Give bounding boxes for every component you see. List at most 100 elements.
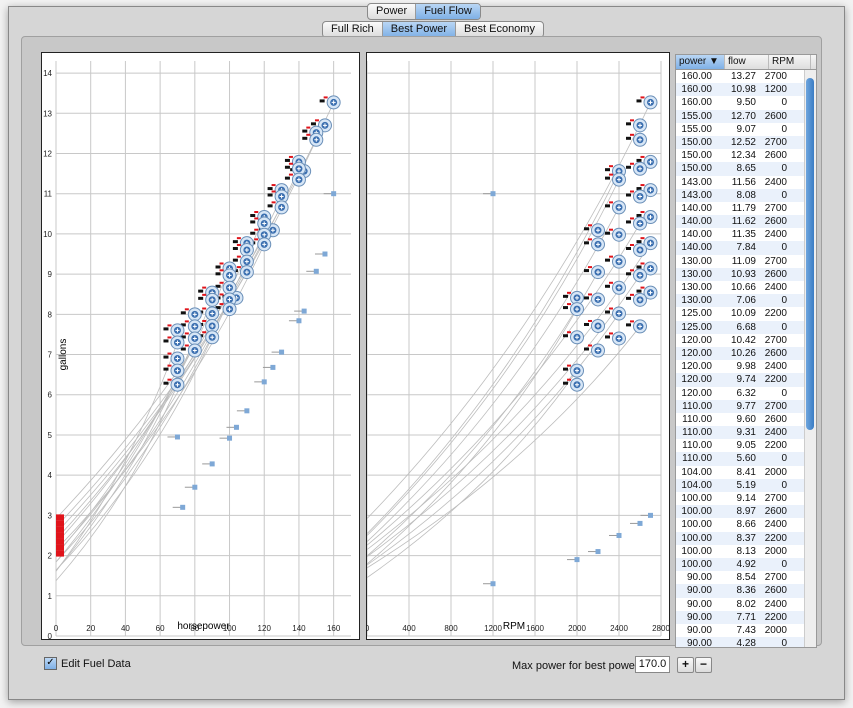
horsepower-chart[interactable]: 0 20 40 60 80 100 120 140 160 0 1 2 3 4 5 6 7 8 9 10 11 12 13 1… — [41, 52, 360, 640]
table-row[interactable]: 143.00 8.08 0 — [676, 188, 816, 202]
table-row[interactable]: 130.00 7.06 0 — [676, 294, 816, 308]
red-tick — [630, 320, 634, 323]
table-row[interactable]: 160.00 13.27 2700 — [676, 70, 816, 83]
table-row[interactable]: 90.00 7.43 2000 — [676, 624, 816, 637]
table-row[interactable]: 100.00 8.13 2000 — [676, 545, 816, 558]
table-row[interactable]: 100.00 4.92 0 — [676, 557, 816, 572]
table-row[interactable]: 150.00 12.34 2600 — [676, 149, 816, 162]
table-cell: 9.07 — [736, 123, 756, 135]
table-cell: 2400 — [764, 598, 787, 610]
data-point-square — [331, 191, 337, 197]
table-row[interactable]: 110.00 9.77 2700 — [676, 399, 816, 413]
table-row[interactable]: 130.00 10.93 2600 — [676, 267, 816, 281]
x-tick-label: 1200 — [484, 624, 502, 633]
rpm-chart[interactable]: 0 400 800 1200 1600 2000 2400 2800 RPM — [366, 52, 670, 640]
y-tick-label: 4 — [48, 471, 53, 480]
y-tick-label: 2 — [48, 552, 53, 561]
table-cell: 2400 — [764, 519, 787, 531]
column-header-flow-label: flow — [728, 56, 746, 67]
table-row[interactable]: 155.00 12.70 2600 — [676, 109, 816, 123]
table-row[interactable]: 140.00 11.79 2700 — [676, 202, 816, 215]
checkbox-box[interactable]: ✓ — [44, 657, 57, 670]
table-cell: 2600 — [764, 216, 787, 228]
table-cell: 0 — [781, 558, 787, 570]
table-row[interactable]: 110.00 9.31 2400 — [676, 426, 816, 440]
table-cell: 100.00 — [681, 493, 712, 504]
table-cell: 0 — [781, 97, 787, 109]
table-row[interactable]: 90.00 8.54 2700 — [676, 571, 816, 584]
table-row[interactable]: 140.00 11.62 2600 — [676, 215, 816, 229]
fit-curve — [367, 308, 578, 565]
scrollbar-thumb[interactable] — [806, 78, 814, 430]
black-tick — [626, 246, 631, 250]
table-row[interactable]: 120.00 10.42 2700 — [676, 334, 816, 347]
red-tick — [630, 243, 634, 246]
fit-curve — [367, 370, 578, 578]
fuel-data-table[interactable]: power ▼ flow RPM 160.00 13.27 2700 160.00 10… — [675, 54, 817, 648]
fit-curve — [367, 242, 651, 550]
table-row[interactable]: 155.00 9.07 0 — [676, 123, 816, 136]
table-cell: 9.31 — [736, 427, 756, 439]
table-row[interactable]: 125.00 10.09 2200 — [676, 307, 816, 320]
table-row[interactable]: 130.00 10.66 2400 — [676, 281, 816, 294]
red-tick — [219, 269, 224, 272]
table-row[interactable]: 90.00 8.02 2400 — [676, 598, 816, 611]
table-row[interactable]: 110.00 5.60 0 — [676, 452, 816, 466]
table-row[interactable]: 100.00 8.97 2600 — [676, 505, 816, 519]
table-row[interactable]: 120.00 10.26 2600 — [676, 346, 816, 361]
tab-fuel-flow[interactable]: Fuel Flow — [416, 4, 480, 19]
table-scrollbar[interactable] — [804, 70, 816, 647]
column-header-rpm[interactable]: RPM — [769, 55, 811, 69]
table-row[interactable]: 90.00 4.28 0 — [676, 637, 816, 647]
table-row[interactable]: 140.00 7.84 0 — [676, 241, 816, 255]
table-row[interactable]: 104.00 8.41 2000 — [676, 466, 816, 479]
red-tick — [271, 184, 276, 187]
table-cell: 90.00 — [686, 585, 712, 597]
red-tick — [202, 286, 207, 289]
tab-best-power[interactable]: Best Power — [382, 22, 457, 37]
table-row[interactable]: 150.00 8.65 0 — [676, 162, 816, 176]
table-row[interactable]: 110.00 9.60 2600 — [676, 413, 816, 426]
red-tick — [588, 319, 592, 322]
table-row[interactable]: 100.00 8.66 2400 — [676, 518, 816, 531]
red-tick — [640, 237, 645, 240]
black-tick — [584, 347, 589, 351]
table-row[interactable]: 104.00 5.19 0 — [676, 478, 816, 492]
decrease-button[interactable]: − — [695, 657, 712, 673]
table-cell: 2600 — [764, 150, 787, 162]
red-tick — [236, 237, 241, 240]
tab-power[interactable]: Power — [368, 4, 417, 19]
table-cell: 2200 — [764, 374, 787, 386]
tab-best-economy[interactable]: Best Economy — [456, 22, 543, 37]
table-row[interactable]: 143.00 11.56 2400 — [676, 176, 816, 189]
table-cell: 10.26 — [730, 347, 756, 359]
table-row[interactable]: 160.00 10.98 1200 — [676, 83, 816, 97]
data-point-square — [490, 581, 496, 587]
table-row[interactable]: 100.00 9.14 2700 — [676, 492, 816, 505]
column-header-flow[interactable]: flow — [725, 55, 769, 69]
edit-fuel-data-checkbox[interactable]: ✓ Edit Fuel Data — [44, 657, 131, 670]
tab-full-rich[interactable]: Full Rich — [323, 22, 383, 37]
table-cell: 100.00 — [681, 558, 712, 570]
table-row[interactable]: 120.00 6.32 0 — [676, 387, 816, 400]
column-header-power[interactable]: power ▼ — [676, 55, 725, 69]
table-row[interactable]: 110.00 9.05 2200 — [676, 439, 816, 452]
table-row[interactable]: 90.00 7.71 2200 — [676, 610, 816, 624]
table-cell: 9.60 — [736, 413, 756, 425]
table-row[interactable]: 160.00 9.50 0 — [676, 96, 816, 109]
table-row[interactable]: 130.00 11.09 2700 — [676, 255, 816, 268]
table-row[interactable]: 100.00 8.37 2200 — [676, 531, 816, 545]
mode-selector[interactable]: Power Fuel Flow — [367, 3, 481, 20]
table-cell: 2600 — [764, 585, 787, 597]
max-power-input[interactable]: 170.0 — [635, 656, 670, 673]
red-tick — [609, 307, 613, 310]
red-tick — [271, 190, 276, 193]
table-row[interactable]: 140.00 11.35 2400 — [676, 228, 816, 241]
table-row[interactable]: 125.00 6.68 0 — [676, 320, 816, 334]
increase-button[interactable]: + — [677, 657, 694, 673]
y-tick-label: 11 — [44, 190, 53, 199]
table-row[interactable]: 90.00 8.36 2600 — [676, 584, 816, 598]
table-row[interactable]: 120.00 9.98 2400 — [676, 360, 816, 373]
table-row[interactable]: 150.00 12.52 2700 — [676, 135, 816, 150]
table-row[interactable]: 120.00 9.74 2200 — [676, 373, 816, 387]
